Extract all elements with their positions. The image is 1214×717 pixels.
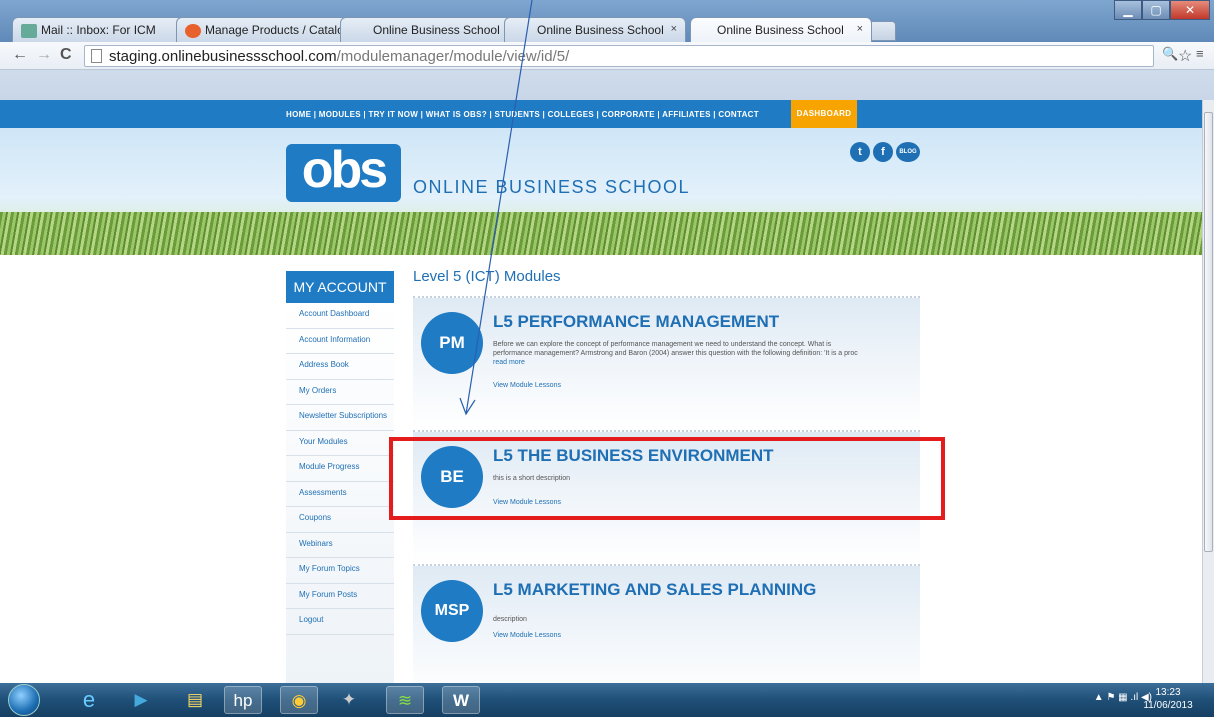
top-nav-links[interactable]: HOME | MODULES | TRY IT NOW | WHAT IS OB… <box>286 110 759 119</box>
web-page: HOME | MODULES | TRY IT NOW | WHAT IS OB… <box>0 100 1202 683</box>
hp-icon[interactable]: hp <box>224 686 262 714</box>
module-badge: PM <box>421 312 483 374</box>
file-explorer-icon[interactable]: ▤ <box>176 686 214 714</box>
brand-name: ONLINE BUSINESS SCHOOL <box>413 177 691 197</box>
close-window-button[interactable]: ✕ <box>1170 0 1210 20</box>
sidebar-item-my-orders[interactable]: My Orders <box>286 380 394 405</box>
read-more-link[interactable]: read more <box>493 359 525 366</box>
scrollbar-thumb[interactable] <box>1204 112 1213 552</box>
magento-icon <box>185 23 201 38</box>
module-card: PM L5 PERFORMANCE MANAGEMENT Before we c… <box>413 296 920 430</box>
back-icon[interactable]: ← <box>12 46 28 64</box>
internet-explorer-icon[interactable]: e <box>70 686 108 714</box>
site-header: obs ONLINE BUSINESS SCHOOL t f BLOG <box>0 128 1202 255</box>
module-description: description <box>493 616 527 623</box>
minimize-button[interactable]: ▁ <box>1114 0 1142 20</box>
account-sidebar: Account Dashboard Account Information Ad… <box>286 303 394 683</box>
sidebar-item-forum-topics[interactable]: My Forum Topics <box>286 558 394 584</box>
reload-icon[interactable]: C <box>60 46 72 64</box>
tab-manage-products[interactable]: Manage Products / Catalo× <box>176 17 358 42</box>
forward-icon[interactable]: → <box>36 46 52 64</box>
sidebar-item-webinars[interactable]: Webinars <box>286 533 394 558</box>
facebook-icon[interactable]: f <box>873 142 893 162</box>
chrome-icon[interactable]: ◉ <box>280 686 318 714</box>
module-title[interactable]: L5 PERFORMANCE MANAGEMENT <box>493 312 779 332</box>
grass-banner <box>0 212 1202 255</box>
view-module-lessons-link[interactable]: View Module Lessons <box>493 382 561 389</box>
sidebar-item-module-progress[interactable]: Module Progress <box>286 456 394 482</box>
module-card: MSP L5 MARKETING AND SALES PLANNING desc… <box>413 564 920 683</box>
tab-obs-active[interactable]: Online Business School × <box>690 17 872 42</box>
mail-icon <box>21 23 37 38</box>
windows-taskbar: e ▶ ▤ hp ◉ ✦ ≋ W ▲ ⚑ ▦ .ıl ◀) 13:23 11/06… <box>0 683 1214 717</box>
spotify-icon[interactable]: ≋ <box>386 686 424 714</box>
page-title: Level 5 (ICT) Modules <box>413 268 561 285</box>
menu-icon[interactable]: ≡ <box>1196 46 1204 61</box>
blog-icon[interactable]: BLOG <box>896 142 920 162</box>
site-top-navigation: HOME | MODULES | TRY IT NOW | WHAT IS OB… <box>0 100 1202 128</box>
navigation-bar: ← → C staging.onlinebusinessschool.com/m… <box>0 42 1214 70</box>
obs-logo[interactable]: obs <box>286 144 401 202</box>
media-player-icon[interactable]: ▶ <box>122 686 160 714</box>
module-title[interactable]: L5 MARKETING AND SALES PLANNING <box>493 580 816 600</box>
twitter-icon[interactable]: t <box>850 142 870 162</box>
sidebar-item-account-dashboard[interactable]: Account Dashboard <box>286 303 394 329</box>
start-button[interactable] <box>8 684 40 716</box>
sidebar-item-coupons[interactable]: Coupons <box>286 507 394 533</box>
tab-mail[interactable]: Mail :: Inbox: For ICM× <box>12 17 194 42</box>
module-description: Before we can explore the concept of per… <box>493 341 858 366</box>
tab-obs-2[interactable]: Online Business School × <box>504 17 686 42</box>
close-icon[interactable]: × <box>671 23 677 35</box>
clock[interactable]: 13:23 11/06/2013 <box>1138 686 1198 712</box>
vertical-scrollbar[interactable] <box>1202 100 1214 683</box>
page-icon <box>91 49 102 63</box>
sidebar-item-newsletter[interactable]: Newsletter Subscriptions <box>286 405 394 431</box>
sidebar-item-logout[interactable]: Logout <box>286 609 394 635</box>
sidebar-item-account-information[interactable]: Account Information <box>286 329 394 354</box>
module-badge: MSP <box>421 580 483 642</box>
sidebar-item-forum-posts[interactable]: My Forum Posts <box>286 584 394 609</box>
highlight-box <box>389 437 945 520</box>
browser-window: Mail :: Inbox: For ICM× Manage Products … <box>0 0 1214 100</box>
sidebar-item-address-book[interactable]: Address Book <box>286 354 394 380</box>
word-icon[interactable]: W <box>442 686 480 714</box>
view-module-lessons-link[interactable]: View Module Lessons <box>493 632 561 639</box>
close-icon[interactable]: × <box>857 23 863 35</box>
zoom-icon[interactable]: 🔍 <box>1162 46 1178 62</box>
my-account-heading: MY ACCOUNT <box>286 271 394 303</box>
address-bar[interactable]: staging.onlinebusinessschool.com/modulem… <box>84 45 1154 67</box>
maximize-button[interactable]: ▢ <box>1142 0 1170 20</box>
bookmark-star-icon[interactable]: ☆ <box>1178 46 1192 66</box>
sidebar-item-your-modules[interactable]: Your Modules <box>286 431 394 456</box>
tab-obs-1[interactable]: Online Business School× <box>340 17 522 42</box>
cisco-icon[interactable]: ✦ <box>330 686 368 714</box>
dashboard-link[interactable]: DASHBOARD <box>791 100 857 128</box>
sidebar-item-assessments[interactable]: Assessments <box>286 482 394 507</box>
tab-strip: Mail :: Inbox: For ICM× Manage Products … <box>0 0 1214 42</box>
